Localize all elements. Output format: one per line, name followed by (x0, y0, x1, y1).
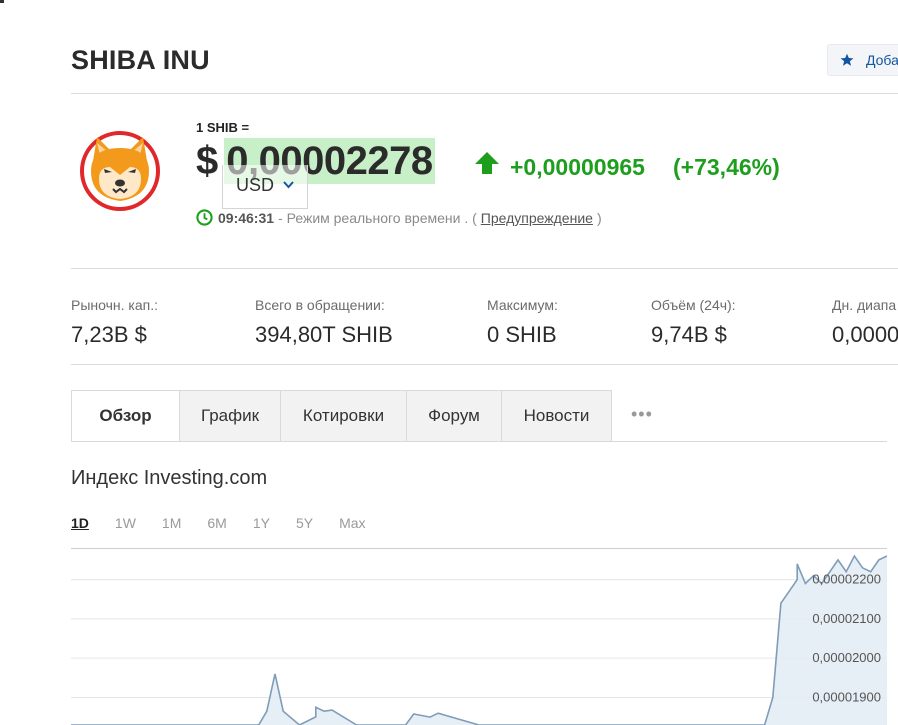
stat-max-supply: Максимум: 0 SHIB (487, 297, 558, 348)
stat-value: 7,23B $ (71, 322, 147, 347)
corner-mark (0, 0, 4, 3)
change-absolute: +0,00000965 (510, 154, 645, 180)
stat-value: 0,0000 (832, 322, 898, 347)
stat-day-range: Дн. диапа 0,0000 (832, 297, 898, 348)
period-6m[interactable]: 6M (207, 515, 226, 531)
currency-symbol: $ (196, 139, 219, 183)
quote-divider (71, 268, 898, 269)
tab-chart[interactable]: График (179, 390, 281, 442)
chart-area-fill (71, 556, 887, 725)
tab-bar: Обзор График Котировки Форум Новости (71, 390, 612, 442)
warning-link[interactable]: Предупреждение (481, 210, 593, 226)
shiba-inu-logo (80, 131, 160, 211)
price-chart[interactable]: 0,00002200 0,00002100 0,00002000 0,00001900 (71, 548, 887, 725)
y-tick-label: 0,00001900 (812, 689, 881, 704)
stat-circulating-supply: Всего в обращении: 394,80T SHIB (255, 297, 393, 348)
stat-label: Дн. диапа (832, 297, 897, 313)
chevron-down-icon (283, 181, 294, 189)
y-tick-label: 0,00002200 (812, 572, 881, 587)
stat-label: Объём (24ч): (651, 297, 736, 313)
arrow-up-icon (475, 152, 499, 174)
page-title: SHIBA INU (71, 45, 210, 75)
status-close: ) (596, 209, 602, 226)
period-selector: 1D 1W 1M 6M 1Y 5Y Max (71, 515, 392, 531)
period-1y[interactable]: 1Y (253, 515, 270, 531)
stat-value: 394,80T SHIB (255, 322, 393, 347)
stat-market-cap: Рыночн. кап.: 7,23B $ (71, 297, 158, 348)
clock-icon (196, 209, 213, 226)
y-tick-label: 0,00002000 (812, 650, 881, 665)
change-percent: (+73,46%) (673, 154, 780, 180)
section-title: Индекс Investing.com (71, 467, 268, 489)
header-divider (71, 93, 898, 94)
stat-label: Рыночн. кап.: (71, 297, 158, 313)
stats-divider (71, 364, 898, 365)
add-button-label: Доба (866, 52, 898, 68)
chart-line (71, 554, 887, 725)
currency-value: USD (236, 175, 275, 195)
more-tabs-button[interactable]: ••• (631, 404, 653, 425)
tab-quotes[interactable]: Котировки (280, 390, 407, 442)
tab-news[interactable]: Новости (501, 390, 612, 442)
status-time: 09:46:31 (218, 209, 275, 226)
period-max[interactable]: Max (339, 515, 365, 531)
status-row: 09:46:31 - Режим реального времени . ( П… (196, 209, 602, 226)
star-icon (840, 53, 854, 66)
status-text: - Режим реального времени . ( (278, 209, 477, 226)
stat-volume-24h: Объём (24ч): 9,74B $ (651, 297, 736, 348)
stat-label: Максимум: (487, 297, 558, 313)
unit-label: 1 SHIB = (196, 120, 250, 135)
stat-label: Всего в обращении: (255, 297, 385, 313)
period-1w[interactable]: 1W (115, 515, 136, 531)
currency-dropdown[interactable]: USD (222, 165, 308, 209)
add-to-watchlist-button[interactable]: Доба (827, 44, 898, 76)
stat-value: 9,74B $ (651, 322, 727, 347)
period-1m[interactable]: 1M (162, 515, 181, 531)
tabs-divider (71, 441, 887, 442)
tab-forum[interactable]: Форум (406, 390, 502, 442)
stat-value: 0 SHIB (487, 322, 557, 347)
period-5y[interactable]: 5Y (296, 515, 313, 531)
period-1d[interactable]: 1D (71, 515, 89, 531)
tab-overview[interactable]: Обзор (71, 390, 180, 442)
y-tick-label: 0,00002100 (812, 611, 881, 626)
